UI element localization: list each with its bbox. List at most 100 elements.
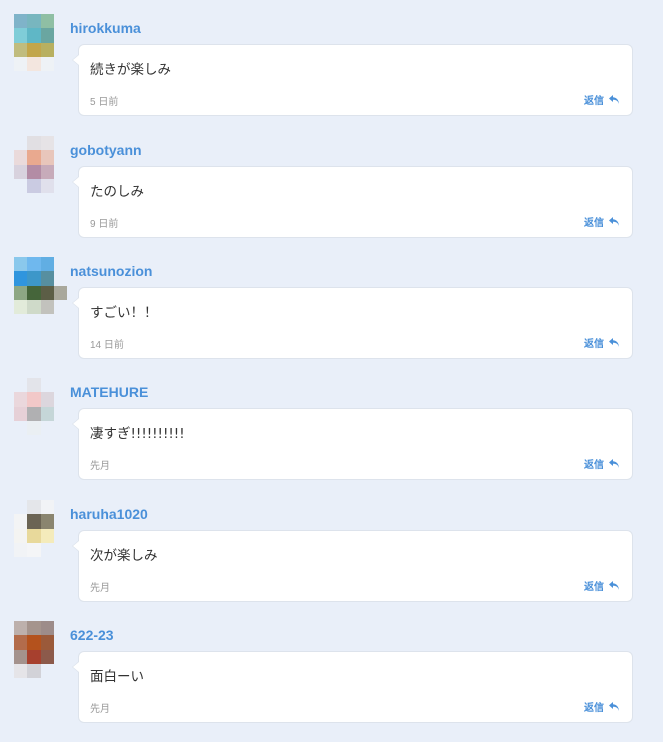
comment-text: 凄すぎ!!!!!!!!!! [90, 426, 185, 442]
reply-arrow-icon [608, 458, 620, 469]
avatar-pixel [40, 514, 54, 529]
avatar-pixel [40, 406, 54, 421]
comment-item: 622-23 面白ーい 先月 返信 [0, 621, 663, 742]
avatar-pixel [27, 164, 41, 179]
comment-username[interactable]: MATEHURE [70, 384, 148, 400]
avatar-pixel [27, 621, 41, 636]
avatar-pixel [53, 378, 67, 393]
avatar-pixel [27, 56, 41, 71]
avatar-pixel [14, 257, 28, 272]
avatar-pixel [40, 635, 54, 650]
avatar-pixel [27, 28, 41, 43]
comment-item: gobotyann たのしみ 9 日前 返信 [0, 136, 663, 257]
avatar-pixel [14, 42, 28, 57]
comment-bubble: 次が楽しみ 先月 返信 [72, 530, 633, 602]
comment-item: haruha1020 次が楽しみ 先月 返信 [0, 500, 663, 621]
avatar-pixel [14, 28, 28, 43]
reply-button[interactable]: 返信 [584, 335, 620, 350]
reply-button[interactable]: 返信 [584, 92, 620, 107]
avatar-pixel [40, 621, 54, 636]
avatar-pixel [14, 500, 28, 515]
avatar-pixel [53, 528, 67, 543]
avatar-pixel [53, 28, 67, 43]
avatar-pixel [27, 257, 41, 272]
avatar-pixel [53, 649, 67, 664]
avatar-pixel [40, 649, 54, 664]
comment-bubble: たのしみ 9 日前 返信 [72, 166, 633, 238]
avatar[interactable] [14, 378, 67, 435]
avatar-pixel [14, 136, 28, 151]
avatar-pixel [40, 178, 54, 193]
avatar-pixel [14, 14, 28, 29]
avatar-pixel [14, 56, 28, 71]
comment-username[interactable]: haruha1020 [70, 506, 148, 522]
avatar-pixel [27, 528, 41, 543]
comment-time: 5 日前 [90, 97, 119, 108]
avatar-pixel [40, 663, 54, 678]
comment-time: 先月 [90, 461, 110, 472]
avatar-pixel [27, 500, 41, 515]
reply-label: 返信 [584, 96, 604, 107]
avatar[interactable] [14, 257, 67, 314]
avatar[interactable] [14, 500, 67, 557]
avatar-pixel [40, 285, 54, 300]
reply-button[interactable]: 返信 [584, 214, 620, 229]
avatar-pixel [53, 56, 67, 71]
avatar-pixel [53, 150, 67, 165]
avatar-pixel [53, 392, 67, 407]
avatar-pixel [27, 150, 41, 165]
avatar-pixel [53, 257, 67, 272]
reply-label: 返信 [584, 339, 604, 350]
comment-text: 続きが楽しみ [90, 62, 171, 78]
comment-username[interactable]: natsunozion [70, 263, 152, 279]
avatar-pixel [27, 136, 41, 151]
avatar-pixel [40, 150, 54, 165]
avatar[interactable] [14, 621, 67, 678]
comment-bubble: 続きが楽しみ 5 日前 返信 [72, 44, 633, 116]
reply-label: 返信 [584, 703, 604, 714]
avatar-pixel [27, 649, 41, 664]
reply-button[interactable]: 返信 [584, 699, 620, 714]
comment-username[interactable]: hirokkuma [70, 20, 141, 36]
avatar-pixel [53, 420, 67, 435]
comment-text: すごい！！ [90, 305, 158, 321]
avatar-pixel [14, 406, 28, 421]
comment-time: 14 日前 [90, 340, 124, 351]
avatar-pixel [40, 14, 54, 29]
comment-username[interactable]: gobotyann [70, 142, 142, 158]
avatar-pixel [14, 649, 28, 664]
avatar[interactable] [14, 14, 67, 71]
avatar-pixel [40, 28, 54, 43]
avatar[interactable] [14, 136, 67, 193]
avatar-pixel [53, 500, 67, 515]
comment-text: 面白ーい [90, 669, 144, 685]
comment-username[interactable]: 622-23 [70, 627, 114, 643]
avatar-pixel [14, 514, 28, 529]
avatar-pixel [27, 42, 41, 57]
avatar-pixel [27, 663, 41, 678]
avatar-pixel [14, 621, 28, 636]
avatar-pixel [14, 299, 28, 314]
avatar-pixel [27, 14, 41, 29]
reply-button[interactable]: 返信 [584, 578, 620, 593]
avatar-pixel [14, 420, 28, 435]
avatar-pixel [53, 299, 67, 314]
comment-text: たのしみ [90, 184, 144, 200]
reply-button[interactable]: 返信 [584, 456, 620, 471]
comment-bubble: 面白ーい 先月 返信 [72, 651, 633, 723]
reply-label: 返信 [584, 460, 604, 471]
avatar-pixel [53, 542, 67, 557]
comment-item: MATEHURE 凄すぎ!!!!!!!!!! 先月 返信 [0, 378, 663, 499]
avatar-pixel [14, 542, 28, 557]
avatar-pixel [53, 14, 67, 29]
reply-arrow-icon [608, 337, 620, 348]
avatar-pixel [14, 528, 28, 543]
avatar-pixel [53, 271, 67, 286]
avatar-pixel [40, 299, 54, 314]
comment-time: 9 日前 [90, 219, 119, 230]
reply-arrow-icon [608, 580, 620, 591]
avatar-pixel [53, 164, 67, 179]
avatar-pixel [40, 378, 54, 393]
avatar-pixel [53, 42, 67, 57]
avatar-pixel [14, 178, 28, 193]
